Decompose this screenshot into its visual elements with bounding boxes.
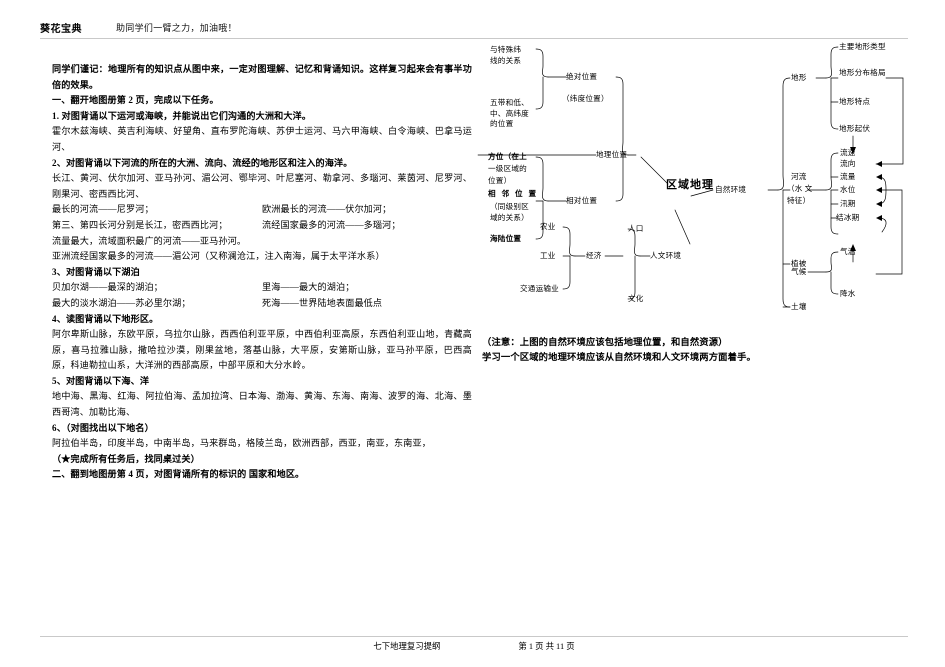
mindmap-node-special-latitude: 与特殊纬 线的关系 <box>490 45 522 65</box>
mindmap-node-river-floodseason: 汛期 <box>840 199 856 208</box>
mindmap-node-relative-position: 相对位置 <box>566 196 598 205</box>
mindmap-node-sea-land-position: 海陆位置 <box>490 234 522 243</box>
mindmap-node-climate-temperature: 气温 <box>840 247 856 256</box>
page-footer: 七下地理复习提纲 第 1 页 共 11 页 <box>40 636 908 652</box>
task6-title: 6、（对图找出以下地名） <box>52 422 154 433</box>
mindmap-node-river-direction: 流向 <box>840 159 856 168</box>
task2-extra-1: 流量最大，流域面积最广的河流——亚马孙河。 <box>52 235 247 246</box>
mindmap-node-landform-distribution: 地形分布格局 <box>839 68 886 77</box>
task2-title: 2、对图背诵以下河流的所在的大洲、流向、流经的地形区和注入的海洋。 <box>52 157 353 168</box>
mindmap-node-soil: 土壤 <box>791 302 807 311</box>
mindmap-node-adjacent-sub: （同级别区 域的关系） <box>490 202 529 222</box>
task2-body: 长江、黄河、伏尔加河、亚马孙河、湄公河、鄂毕河、叶尼塞河、勒拿河、多瑙河、莱茵河… <box>52 173 472 199</box>
mindmap-node-river-l2: （水 文 <box>787 184 813 193</box>
task1-body: 霍尔木兹海峡、英吉利海峡、好望角、直布罗陀海峡、苏伊士运河、马六甲海峡、白令海峡… <box>52 126 472 152</box>
task5-title: 5、对图背诵以下海、洋 <box>52 375 150 386</box>
task2-extra-2: 亚洲流经国家最多的河流——湄公河（又称澜沧江，注入南海，属于太平洋水系） <box>52 251 385 262</box>
mindmap-node-landform-type: 主要地形类型 <box>839 42 886 51</box>
page-header: 葵花宝典 助同学们一臂之力，加油哦！ <box>40 16 908 39</box>
task3-row-1: 贝加尔湖——最深的湖泊； 里海——最大的湖泊； <box>52 280 472 296</box>
mindmap-node-industry: 工业 <box>540 251 556 260</box>
mindmap-node-transport: 交通运输业 <box>520 284 559 293</box>
task2-row-1-left: 最长的河流——尼罗河； <box>52 204 154 215</box>
task3-row-1-right: 里海——最大的湖泊； <box>262 282 355 293</box>
mindmap-node-river-volume: 流量 <box>840 172 856 181</box>
task1-title: 1. 对图背诵以下运河或海峡，并能说出它们沟通的大洲和大洋。 <box>52 110 312 121</box>
task3-title: 3、对图背诵以下湖泊 <box>52 266 140 277</box>
task3-row-1-left: 贝加尔湖——最深的湖泊； <box>52 282 163 293</box>
mindmap-node-landform-relief: 地形起伏 <box>839 124 871 133</box>
note-line-1: （注意：上图的自然环境应该包括地理位置，和自然资源） <box>482 338 728 348</box>
note-line-2: 学习一个区域的地理环境应该从自然环境和人文环境两方面着手。 <box>482 353 756 363</box>
task6-body: 阿拉伯半岛，印度半岛，中南半岛，马来群岛，格陵兰岛，欧洲西部，西亚，南亚，东南亚… <box>52 438 431 449</box>
task6-note: （★完成所有任务后，找同桌过关） <box>52 453 200 464</box>
region-geography-mindmap: 区域地理 地理位置 绝对位置 （纬度位置） 相对位置 与特殊纬 线的关系 五带和… <box>477 42 945 334</box>
left-text-column: 同学们谨记：地理所有的知识点从图中来，一定对图理解、记忆和背诵知识。这样复习起来… <box>52 62 472 483</box>
mindmap-node-direction: 方位（在上 <box>488 152 527 161</box>
header-title: 葵花宝典 <box>40 23 82 35</box>
mindmap-node-natural-environment: 自然环境 <box>715 185 747 194</box>
mindmap-node-five-zones: 五带和低、 中、高纬度 的位置 <box>490 98 529 128</box>
mindmap-node-economy: 经济 <box>586 251 602 260</box>
header-subtitle: 助同学们一臂之力，加油哦！ <box>116 22 237 33</box>
task4-body: 阿尔卑斯山脉，东欧平原，乌拉尔山脉，西西伯利亚平原，中西伯利亚高原，东西伯利亚山… <box>52 329 472 371</box>
task3-row-2-left: 最大的淡水湖泊——苏必里尔湖； <box>52 297 191 308</box>
mindmap-node-human-environment: 人文环境 <box>650 251 682 260</box>
task2-row-2-right: 流经国家最多的河流——多瑙河； <box>262 219 401 230</box>
task3-row-2-right: 死海——世界陆地表面最低点 <box>262 297 383 308</box>
mindmap-node-river-l3: 特征） <box>787 196 811 205</box>
task4-title: 4、读图背诵以下地形区。 <box>52 313 159 324</box>
diagram-notes: （注意：上图的自然环境应该包括地理位置，和自然资源） 学习一个区域的地理环境应该… <box>482 336 942 366</box>
footer-doc-title: 七下地理复习提纲 <box>373 642 441 651</box>
task2-row-2: 第三、第四长河分别是长江，密西西比河； 流经国家最多的河流——多瑙河； <box>52 218 472 234</box>
mindmap-node-direction-l3: 位置） <box>488 176 512 185</box>
mindmap-node-center: 区域地理 <box>666 179 714 191</box>
intro-paragraph: 同学们谨记：地理所有的知识点从图中来，一定对图理解、记忆和背诵知识。这样复习起来… <box>52 64 472 90</box>
mindmap-node-absolute-position-sub: （纬度位置） <box>562 94 609 103</box>
mindmap-node-landform: 地形 <box>791 73 807 82</box>
footer-page-info: 第 1 页 共 11 页 <box>518 642 575 651</box>
task3-row-2: 最大的淡水湖泊——苏必里尔湖； 死海——世界陆地表面最低点 <box>52 296 472 312</box>
mindmap-node-river-speed: 流速 <box>840 148 856 157</box>
mindmap-node-geo-position: 地理位置 <box>596 150 628 159</box>
task2-row-2-left: 第三、第四长河分别是长江，密西西比河； <box>52 219 228 230</box>
mindmap-node-river: 河流 <box>791 172 807 181</box>
mindmap-node-landform-feature: 地形特点 <box>839 97 871 106</box>
task2-row-1: 最长的河流——尼罗河； 欧洲最长的河流——伏尔加河； <box>52 202 472 218</box>
mindmap-node-river-level: 水位 <box>840 185 856 194</box>
mindmap-node-climate-precipitation: 降水 <box>840 289 856 298</box>
task2-row-1-right: 欧洲最长的河流——伏尔加河； <box>262 204 392 215</box>
document-page: 葵花宝典 助同学们一臂之力，加油哦！ 同学们谨记：地理所有的知识点从图中来，一定… <box>0 0 945 667</box>
mindmap-node-population: 人口 <box>628 224 644 233</box>
mindmap-node-adjacent: 相 邻 位 置 <box>488 189 539 198</box>
mindmap-node-river-icing: 结冰期 <box>836 213 860 222</box>
section-one-title: 一、翻开地图册第 2 页，完成以下任务。 <box>52 95 219 106</box>
task5-body: 地中海、黑海、红海、阿拉伯海、孟加拉湾、日本海、渤海、黄海、东海、南海、波罗的海… <box>52 391 472 418</box>
mindmap-node-absolute-position: 绝对位置 <box>566 72 598 81</box>
mindmap-node-culture: 文化 <box>628 294 644 303</box>
mindmap-node-agriculture: 农业 <box>540 222 556 231</box>
mindmap-node-direction-l2: 一级区域的 <box>488 164 527 173</box>
section-two-title: 二、翻到地图册第 4 页，对图背诵所有的标识的 国家和地区。 <box>52 469 305 480</box>
mindmap-node-vegetation: 植被 <box>791 259 807 268</box>
